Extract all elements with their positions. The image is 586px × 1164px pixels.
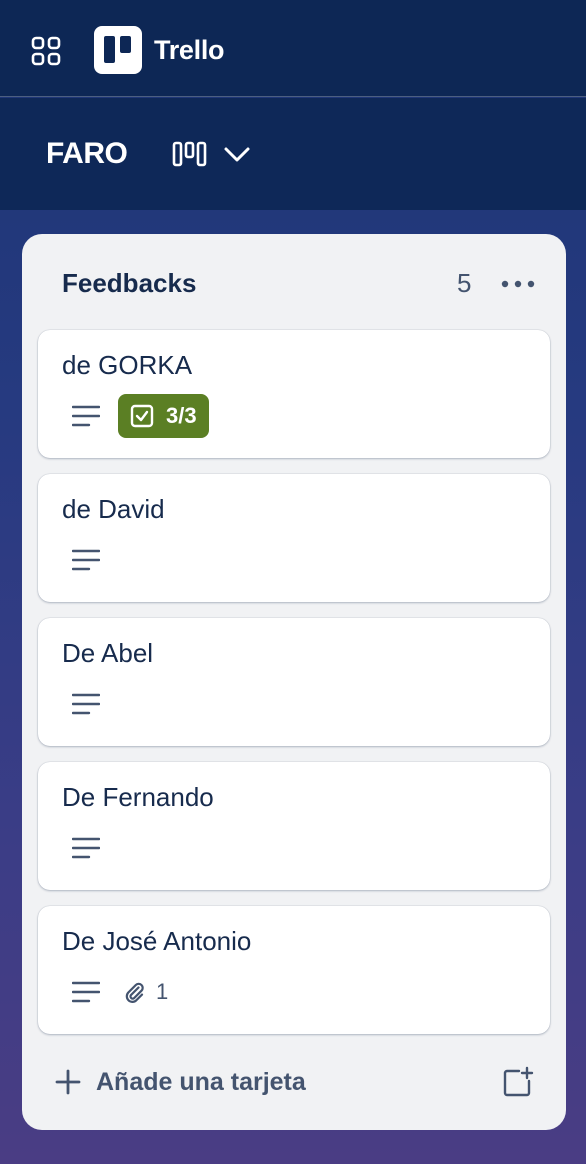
card-badges: 3/3 <box>62 394 209 438</box>
card-de-gorka[interactable]: de GORKA 3/3 <box>38 330 550 458</box>
paperclip-icon <box>125 982 144 1003</box>
card-de-david[interactable]: de David <box>38 474 550 602</box>
board-columns-icon <box>172 141 207 167</box>
list-card-count: 5 <box>457 268 472 298</box>
plus-icon <box>55 1069 81 1095</box>
trello-home-link[interactable]: Trello <box>94 26 225 74</box>
card-de-jose-antonio[interactable]: De José Antonio 1 <box>38 906 550 1034</box>
card-badges <box>62 538 112 582</box>
list-footer: Añade una tarjeta <box>38 1060 550 1104</box>
list-feedbacks: Feedbacks 5 de GORKA 3/3 de David De Abe… <box>22 234 566 1130</box>
card-template-icon <box>503 1066 534 1097</box>
card-title: De José Antonio <box>62 926 252 956</box>
add-card-label: Añade una tarjeta <box>96 1067 306 1096</box>
description-lines-icon <box>62 538 112 582</box>
card-title: De Fernando <box>62 782 214 812</box>
description-lines-icon <box>62 826 112 870</box>
description-lines-icon <box>62 682 112 726</box>
card-title: de David <box>62 494 165 524</box>
card-de-abel[interactable]: De Abel <box>38 618 550 746</box>
list-menu-button[interactable] <box>498 266 538 302</box>
apps-grid-icon <box>31 36 61 66</box>
list-title[interactable]: Feedbacks <box>62 268 196 299</box>
card-title: de GORKA <box>62 350 193 380</box>
trello-logo-icon <box>94 26 142 74</box>
app-name: Trello <box>154 34 225 65</box>
attachment-badge: 1 <box>122 979 168 1005</box>
add-card-button[interactable]: Añade una tarjeta <box>54 1060 306 1104</box>
more-horizontal-icon <box>501 280 535 288</box>
description-lines-icon <box>62 394 112 438</box>
card-badges: 1 <box>62 970 168 1014</box>
checklist-progress: 3/3 <box>166 403 197 428</box>
create-from-template-button[interactable] <box>500 1064 536 1100</box>
chevron-down-icon <box>224 147 250 162</box>
attachment-count: 1 <box>156 979 169 1004</box>
checkbox-icon <box>130 404 154 428</box>
card-badges <box>62 826 112 870</box>
card-de-fernando[interactable]: De Fernando <box>38 762 550 890</box>
description-lines-icon <box>62 970 112 1014</box>
top-navigation-bar: Trello <box>0 0 586 97</box>
board-title[interactable]: FARO <box>46 136 128 172</box>
checklist-badge: 3/3 <box>118 394 209 438</box>
card-badges <box>62 682 112 726</box>
board-view-switcher[interactable] <box>172 138 252 170</box>
card-title: De Abel <box>62 638 154 668</box>
apps-switcher-button[interactable] <box>30 35 62 67</box>
list-header: Feedbacks 5 <box>62 266 542 302</box>
